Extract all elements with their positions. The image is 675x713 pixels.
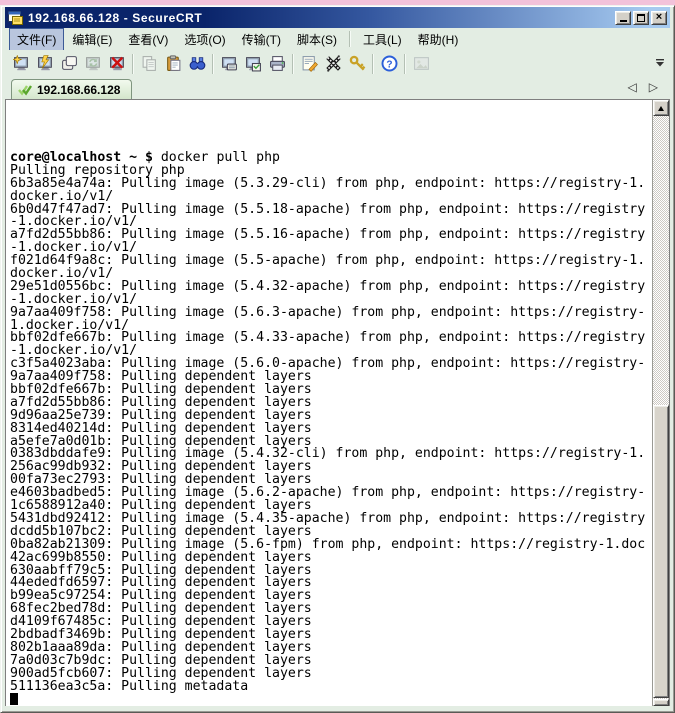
session-options-button[interactable] [297,52,321,76]
printer-icon [269,55,286,72]
terminal-output[interactable]: core@localhost ~ $ docker pull phpPullin… [6,100,652,706]
menu-item-edit[interactable]: 编辑(E) [64,28,120,51]
disconnect-button[interactable] [105,52,129,76]
terminal-cursor [10,693,18,705]
screen-capture-button[interactable] [241,52,265,76]
menu-item-transfer[interactable]: 传输(T) [234,28,289,51]
title-bar[interactable]: 192.168.66.128 - SecureCRT × [5,7,670,28]
securecrt-window: 192.168.66.128 - SecureCRT × 文件(F)编辑(E)查… [0,5,675,713]
quick-connect-button[interactable] [33,52,57,76]
terminal-panel: core@localhost ~ $ docker pull phpPullin… [5,99,670,706]
maximize-icon [637,14,645,22]
menu-item-file[interactable]: 文件(F) [9,28,64,51]
quick-connect-icon [37,55,54,72]
terminal-cursor-line [10,693,652,706]
tab-scroll-left-button[interactable]: ◁ [628,80,637,94]
desktop-background: 192.168.66.128 - SecureCRT × 文件(F)编辑(E)查… [0,0,675,713]
scrollbar-thumb[interactable] [653,405,669,698]
global-options-icon [325,55,342,72]
new-session-icon [13,55,30,72]
copy-button [137,52,161,76]
menu-item-script[interactable]: 脚本(S) [289,28,345,51]
image-settings-button [409,52,433,76]
toolbar-separator [372,54,374,74]
window-controls: × [615,11,667,25]
print-button[interactable] [265,52,289,76]
new-session-wizard-button[interactable] [9,52,33,76]
image-icon [413,55,430,72]
keymap-button[interactable] [345,52,369,76]
global-options-button[interactable] [321,52,345,76]
screen-clipboard-icon [245,55,262,72]
toolbar-separator [404,54,406,74]
menu-item-tools[interactable]: 工具(L) [355,28,410,51]
chevron-down-icon [655,58,665,68]
find-icon [189,55,206,72]
paste-icon [165,55,182,72]
menu-separator [349,31,351,47]
menu-item-view[interactable]: 查看(V) [120,28,176,51]
close-icon: × [656,12,662,23]
close-button[interactable]: × [651,11,667,25]
arrow-up-icon [658,106,664,111]
tab-scroll-right-button[interactable]: ▷ [649,80,658,94]
help-button[interactable]: ? [377,52,401,76]
toolbar-separator [132,54,134,74]
menu-item-options[interactable]: 选项(O) [176,28,233,51]
disconnect-icon [109,55,126,72]
copy-icon [141,55,158,72]
maximize-button[interactable] [633,11,649,25]
toolbar-separator [292,54,294,74]
paste-button[interactable] [161,52,185,76]
window-title: 192.168.66.128 - SecureCRT [28,11,611,25]
toolbar-overflow-button[interactable] [653,55,666,71]
terminal-line: 511136ea3c5a: Pulling metadata [10,681,652,694]
minimize-button[interactable] [615,11,631,25]
minimize-icon [620,20,627,22]
toolbar: ? [5,50,670,77]
scroll-up-button[interactable] [653,100,669,116]
menu-bar: 文件(F)编辑(E)查看(V)选项(O)传输(T)脚本(S) 工具(L)帮助(H) [5,28,670,50]
connected-check-icon [18,84,32,96]
scroll-down-button[interactable] [653,699,669,706]
menu-item-help[interactable]: 帮助(H) [410,28,467,51]
screen-keyboard-icon [221,55,238,72]
connect-button[interactable] [57,52,81,76]
tab-scroll-arrows: ◁ ▷ [628,80,658,94]
help-icon: ? [381,55,398,72]
session-options-icon [301,55,318,72]
session-tab-label: 192.168.66.128 [37,83,120,97]
session-tab[interactable]: 192.168.66.128 [11,79,132,99]
app-icon [8,10,24,26]
svg-text:?: ? [386,59,392,70]
reconnect-button [81,52,105,76]
connect-icon [61,55,78,72]
reconnect-icon [85,55,102,72]
key-icon [349,55,366,72]
toolbar-separator [212,54,214,74]
print-screen-button[interactable] [217,52,241,76]
find-button[interactable] [185,52,209,76]
tab-bar: 192.168.66.128 ◁ ▷ [5,77,670,99]
vertical-scrollbar[interactable] [652,100,669,706]
